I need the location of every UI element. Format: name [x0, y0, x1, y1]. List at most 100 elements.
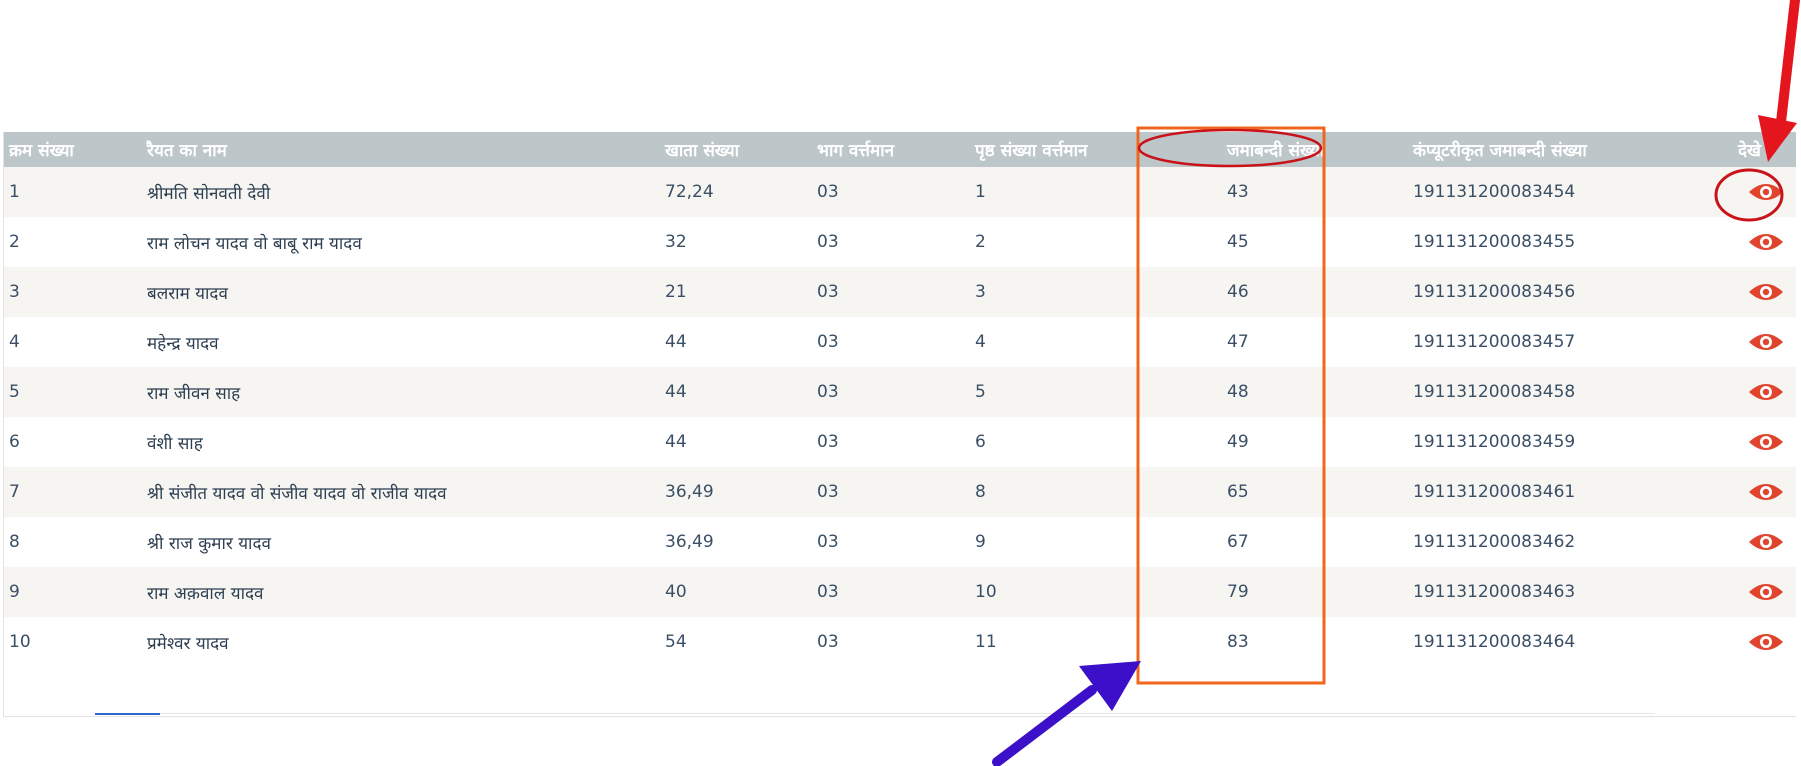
raiyat-name-cell: महेन्द्र यादव — [147, 333, 219, 354]
raiyat-name-cell: वंशी साह — [147, 433, 203, 454]
khata-number-cell: 40 — [665, 582, 687, 602]
page-link[interactable] — [875, 713, 940, 716]
header-view: देखे — [1738, 141, 1761, 161]
bhag-current-cell: 03 — [817, 532, 839, 552]
computerized-jamabandi-cell: 191131200083458 — [1413, 382, 1576, 402]
table-header-row: क्रम संख्या रैयत का नाम खाता संख्या भाग … — [4, 132, 1796, 167]
page-link[interactable] — [1005, 713, 1070, 716]
serial-number-cell: 3 — [9, 282, 20, 302]
page-current-cell: 9 — [975, 532, 986, 552]
table-row: 10 प्रमेश्वर यादव 54 03 11 83 191131200083464 — [4, 617, 1796, 667]
header-computerized-jamabandi: कंप्यूटरीकृत जमाबन्दी संख्या — [1413, 141, 1587, 161]
khata-number-cell: 32 — [665, 232, 687, 252]
khata-number-cell: 54 — [665, 632, 687, 652]
page-link[interactable] — [1265, 713, 1330, 716]
raiyat-name-cell: बलराम यादव — [147, 283, 228, 304]
header-bhag-current: भाग वर्त्तमान — [817, 141, 895, 161]
eye-icon[interactable] — [1748, 331, 1784, 353]
page-link[interactable] — [1395, 713, 1460, 716]
page-link[interactable] — [940, 713, 1005, 716]
table-row: 6 वंशी साह 44 03 6 49 191131200083459 — [4, 417, 1796, 467]
computerized-jamabandi-cell: 191131200083462 — [1413, 532, 1576, 552]
khata-number-cell: 36,49 — [665, 532, 714, 552]
view-cell — [1730, 367, 1796, 417]
pagination[interactable] — [95, 713, 1655, 716]
page-link[interactable] — [1460, 713, 1525, 716]
bhag-current-cell: 03 — [817, 282, 839, 302]
view-cell — [1730, 317, 1796, 367]
page-link[interactable] — [1135, 713, 1200, 716]
computerized-jamabandi-cell: 191131200083464 — [1413, 632, 1576, 652]
serial-number-cell: 2 — [9, 232, 20, 252]
serial-number-cell: 10 — [9, 632, 31, 652]
bhag-current-cell: 03 — [817, 332, 839, 352]
view-cell — [1730, 417, 1796, 467]
page-link[interactable] — [1200, 713, 1265, 716]
raiyat-name-cell: राम अक़वाल यादव — [147, 583, 264, 604]
page-link[interactable] — [680, 713, 745, 716]
computerized-jamabandi-cell: 191131200083454 — [1413, 182, 1576, 202]
page-link[interactable] — [1590, 713, 1655, 716]
jamabandi-number-cell: 65 — [1227, 482, 1249, 502]
eye-icon[interactable] — [1748, 581, 1784, 603]
bhag-current-cell: 03 — [817, 382, 839, 402]
jamabandi-table-container: क्रम संख्या रैयत का नाम खाता संख्या भाग … — [3, 132, 1796, 717]
table-row: 3 बलराम यादव 21 03 3 46 191131200083456 — [4, 267, 1796, 317]
page-link[interactable] — [1525, 713, 1590, 716]
khata-number-cell: 44 — [665, 332, 687, 352]
page-link[interactable] — [745, 713, 810, 716]
page-link[interactable] — [225, 713, 290, 716]
serial-number-cell: 9 — [9, 582, 20, 602]
eye-icon[interactable] — [1748, 631, 1784, 653]
view-cell — [1730, 567, 1796, 617]
jamabandi-number-cell: 46 — [1227, 282, 1249, 302]
jamabandi-number-cell: 67 — [1227, 532, 1249, 552]
header-serial-number: क्रम संख्या — [9, 141, 74, 161]
eye-icon[interactable] — [1748, 481, 1784, 503]
eye-icon[interactable] — [1748, 431, 1784, 453]
page-link[interactable] — [1070, 713, 1135, 716]
khata-number-cell: 72,24 — [665, 182, 714, 202]
page-link[interactable] — [485, 713, 550, 716]
view-cell — [1730, 617, 1796, 667]
header-raiyat-name: रैयत का नाम — [147, 141, 227, 161]
jamabandi-number-cell: 43 — [1227, 182, 1249, 202]
raiyat-name-cell: श्री संजीत यादव वो संजीव यादव वो राजीव य… — [147, 483, 447, 504]
raiyat-name-cell: राम जीवन साह — [147, 383, 241, 404]
page-current-cell: 11 — [975, 632, 997, 652]
khata-number-cell: 44 — [665, 432, 687, 452]
page-link-active[interactable] — [95, 713, 160, 717]
page-link[interactable] — [420, 713, 485, 716]
bhag-current-cell: 03 — [817, 482, 839, 502]
computerized-jamabandi-cell: 191131200083456 — [1413, 282, 1576, 302]
eye-icon[interactable] — [1748, 181, 1784, 203]
eye-icon[interactable] — [1748, 281, 1784, 303]
jamabandi-number-cell: 49 — [1227, 432, 1249, 452]
table-row: 7 श्री संजीत यादव वो संजीव यादव वो राजीव … — [4, 467, 1796, 517]
eye-icon[interactable] — [1748, 381, 1784, 403]
view-cell — [1730, 217, 1796, 267]
page-link[interactable] — [160, 713, 225, 716]
page-current-cell: 10 — [975, 582, 997, 602]
computerized-jamabandi-cell: 191131200083463 — [1413, 582, 1576, 602]
page-link[interactable] — [550, 713, 615, 716]
page-current-cell: 3 — [975, 282, 986, 302]
page-link[interactable] — [1330, 713, 1395, 716]
page-link[interactable] — [615, 713, 680, 716]
jamabandi-number-cell: 45 — [1227, 232, 1249, 252]
page-current-cell: 1 — [975, 182, 986, 202]
view-cell — [1730, 167, 1796, 217]
serial-number-cell: 1 — [9, 182, 20, 202]
jamabandi-table: क्रम संख्या रैयत का नाम खाता संख्या भाग … — [4, 132, 1796, 667]
table-row: 9 राम अक़वाल यादव 40 03 10 79 191131200083463 — [4, 567, 1796, 617]
page-link[interactable] — [355, 713, 420, 716]
page-link[interactable] — [290, 713, 355, 716]
header-page-current: पृष्ठ संख्या वर्त्तमान — [975, 141, 1088, 161]
eye-icon[interactable] — [1748, 531, 1784, 553]
jamabandi-number-cell: 48 — [1227, 382, 1249, 402]
eye-icon[interactable] — [1748, 231, 1784, 253]
page-link[interactable] — [810, 713, 875, 716]
computerized-jamabandi-cell: 191131200083461 — [1413, 482, 1576, 502]
serial-number-cell: 7 — [9, 482, 20, 502]
serial-number-cell: 4 — [9, 332, 20, 352]
